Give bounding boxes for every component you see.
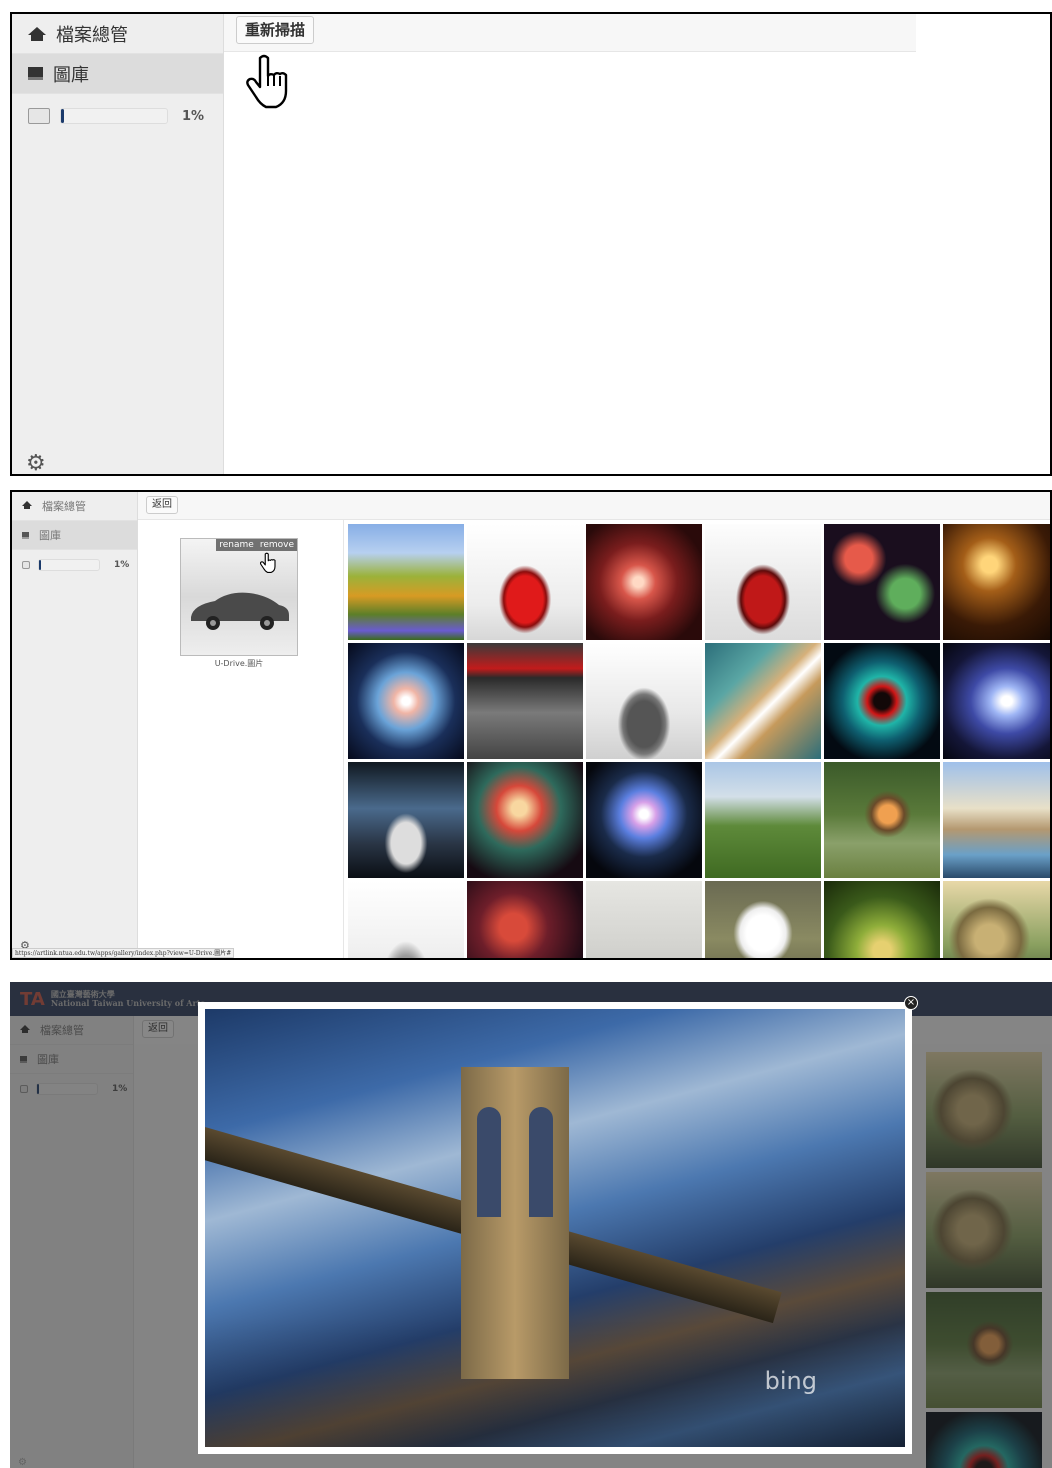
image-thumbnail[interactable]	[586, 762, 702, 878]
toolbar: 重新掃描	[224, 14, 916, 52]
folder-caption: U-Drive.圖片	[214, 659, 264, 668]
image-icon	[22, 531, 29, 539]
lightbox: bing	[198, 1002, 912, 1454]
home-icon	[22, 500, 32, 509]
home-icon	[28, 26, 46, 41]
image-thumbnail[interactable]	[943, 762, 1050, 878]
bridge-tower	[461, 1067, 569, 1379]
image-viewer-view: TA 國立臺灣藝術大學National Taiwan University of…	[10, 982, 1052, 1468]
nav-label: 圖庫	[39, 529, 61, 542]
image-icon	[28, 67, 43, 80]
disk-icon	[28, 108, 50, 124]
folder-column: rename remove U-Drive.圖片	[138, 520, 344, 958]
hand-pointer-icon	[246, 54, 288, 109]
image-thumbnail[interactable]	[586, 643, 702, 759]
remove-link[interactable]: remove	[260, 540, 294, 550]
image-thumbnail[interactable]	[348, 881, 464, 958]
image-thumbnail[interactable]	[824, 524, 940, 640]
gear-icon[interactable]: ⚙	[26, 451, 46, 474]
quota-progress-bar	[38, 558, 100, 571]
image-thumbnail[interactable]	[824, 643, 940, 759]
image-thumbnail[interactable]	[824, 762, 940, 878]
nav-label: 檔案總管	[42, 500, 86, 513]
image-grid	[348, 524, 1050, 958]
nav-item-gallery[interactable]: 圖庫	[12, 54, 223, 94]
image-thumbnail[interactable]	[586, 881, 702, 958]
back-button[interactable]: 返回	[146, 496, 178, 514]
image-thumbnail[interactable]	[348, 524, 464, 640]
image-thumbnail[interactable]	[943, 524, 1050, 640]
hand-pointer-icon	[260, 552, 276, 573]
nav-label: 圖庫	[53, 64, 89, 86]
disk-icon	[22, 560, 30, 569]
watermark: bing	[764, 1367, 817, 1395]
quota-progress-bar	[60, 108, 168, 124]
folder-actions: rename remove	[216, 539, 297, 551]
image-thumbnail[interactable]	[348, 762, 464, 878]
quota-progress-fill	[39, 559, 41, 570]
car-image	[191, 592, 289, 630]
image-thumbnail[interactable]	[467, 881, 583, 958]
quota-progress-fill	[61, 109, 65, 123]
image-thumbnail[interactable]	[943, 643, 1050, 759]
nav-label: 檔案總管	[56, 24, 128, 46]
sidebar: 檔案總管 圖庫 1% ⚙	[12, 14, 224, 474]
quota-percent: 1%	[182, 108, 205, 124]
status-bar-url: https://artlink.ntua.edu.tw/apps/gallery…	[12, 948, 235, 958]
image-thumbnail[interactable]	[705, 524, 821, 640]
close-icon[interactable]: ×	[904, 996, 918, 1010]
quota-percent: 1%	[114, 559, 130, 570]
image-thumbnail[interactable]	[824, 881, 940, 958]
nav-item-file-manager[interactable]: 檔案總管	[12, 492, 137, 521]
nav-item-file-manager[interactable]: 檔案總管	[12, 14, 223, 54]
image-thumbnail[interactable]	[705, 762, 821, 878]
storage-quota: 1%	[12, 550, 137, 579]
folder-thumbnail[interactable]: rename remove	[180, 538, 298, 656]
rescan-button[interactable]: 重新掃描	[236, 16, 315, 44]
image-thumbnail[interactable]	[467, 524, 583, 640]
sidebar: 檔案總管 圖庫 1% ⚙	[12, 492, 138, 958]
file-manager-view: 檔案總管 圖庫 1% ⚙ 重新掃描	[10, 12, 1052, 476]
image-thumbnail[interactable]	[705, 643, 821, 759]
toolbar: 返回	[138, 492, 1050, 520]
bridge-photo: bing	[205, 1009, 905, 1447]
image-thumbnail[interactable]	[467, 762, 583, 878]
image-thumbnail[interactable]	[467, 643, 583, 759]
image-thumbnail[interactable]	[705, 881, 821, 958]
nav-item-gallery[interactable]: 圖庫	[12, 521, 137, 550]
storage-quota: 1%	[12, 94, 223, 138]
image-thumbnail[interactable]	[586, 524, 702, 640]
image-thumbnail[interactable]	[348, 643, 464, 759]
image-thumbnail[interactable]	[943, 881, 1050, 958]
rename-link[interactable]: rename	[219, 540, 254, 550]
gallery-view: 檔案總管 圖庫 1% ⚙ 返回 rename remove U-Drive.圖片…	[10, 490, 1052, 960]
